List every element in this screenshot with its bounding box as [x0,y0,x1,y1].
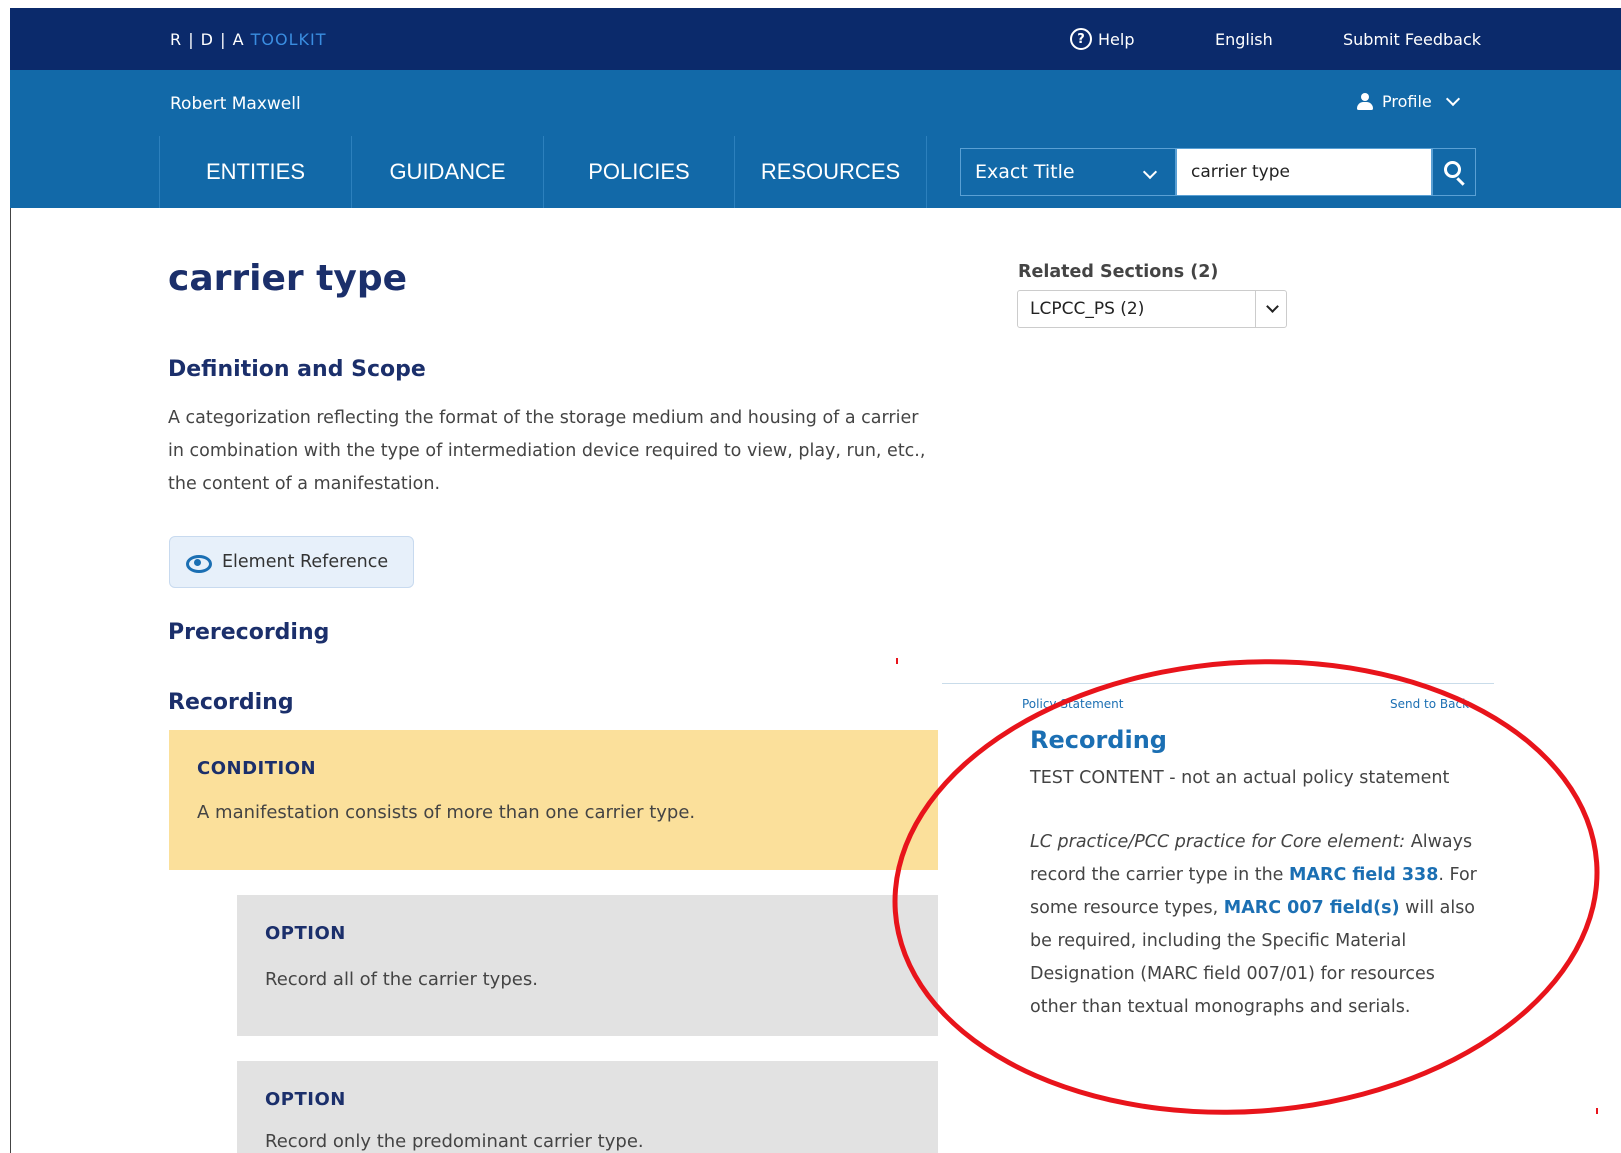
help-icon: ? [1070,28,1092,50]
user-name: Robert Maxwell [170,94,301,114]
element-reference-label: Element Reference [222,552,389,572]
chevron-down-icon [1445,91,1460,107]
chevron-down-icon [1266,300,1279,313]
user-icon [1356,92,1374,111]
nav-entities[interactable]: ENTITIES [159,136,351,208]
profile-menu[interactable]: Profile [1356,91,1460,111]
help-link[interactable]: ? Help [1070,28,1134,50]
eye-icon [186,555,212,573]
chevron-down-icon [1142,164,1158,180]
related-sections-value: LCPCC_PS (2) [1030,299,1145,319]
option-label: OPTION [265,1089,346,1110]
search-mode-select[interactable]: Exact Title [960,148,1176,196]
annotation-mark [896,658,898,664]
search-bar: Exact Title [960,148,1476,196]
condition-label: CONDITION [197,758,317,779]
recording-heading[interactable]: Recording [168,690,294,715]
related-sections-label: Related Sections (2) [1018,262,1219,282]
annotation-ellipse [877,635,1615,1139]
top-bar: R | D | A TOOLKIT ? Help English Submit … [10,8,1621,70]
condition-box: CONDITION A manifestation consists of mo… [169,730,938,870]
search-input[interactable] [1176,148,1432,196]
main-nav: ENTITIES GUIDANCE POLICIES RESOURCES [159,136,927,208]
nav-guidance[interactable]: GUIDANCE [351,136,543,208]
nav-policies[interactable]: POLICIES [543,136,734,208]
prerecording-heading[interactable]: Prerecording [168,620,329,645]
option-box: OPTION Record only the predominant carri… [237,1061,938,1153]
option-text: Record only the predominant carrier type… [265,1131,644,1152]
page-title: carrier type [168,258,408,299]
condition-text: A manifestation consists of more than on… [197,802,696,823]
definition-heading: Definition and Scope [168,357,426,382]
profile-label: Profile [1382,92,1432,111]
language-selector[interactable]: English [1215,30,1273,49]
rda-toolkit-logo[interactable]: R | D | A TOOLKIT [170,30,326,49]
help-label: Help [1098,29,1135,49]
select-divider [1255,291,1256,327]
search-mode-value: Exact Title [975,161,1075,183]
option-box: OPTION Record all of the carrier types. [237,895,938,1036]
nav-resources[interactable]: RESOURCES [734,136,927,208]
logo-text: R | D | A [170,30,245,49]
definition-text: A categorization reflecting the format o… [168,408,926,494]
search-button[interactable] [1432,148,1476,196]
logo-toolkit-text: TOOLKIT [244,30,327,49]
annotation-mark [1596,1108,1598,1114]
related-sections-select[interactable]: LCPCC_PS (2) [1017,290,1287,328]
search-icon [1444,161,1461,178]
option-label: OPTION [265,923,346,944]
element-reference-button[interactable]: Element Reference [169,536,414,588]
option-text: Record all of the carrier types. [265,969,538,990]
submit-feedback-link[interactable]: Submit Feedback [1343,30,1481,49]
